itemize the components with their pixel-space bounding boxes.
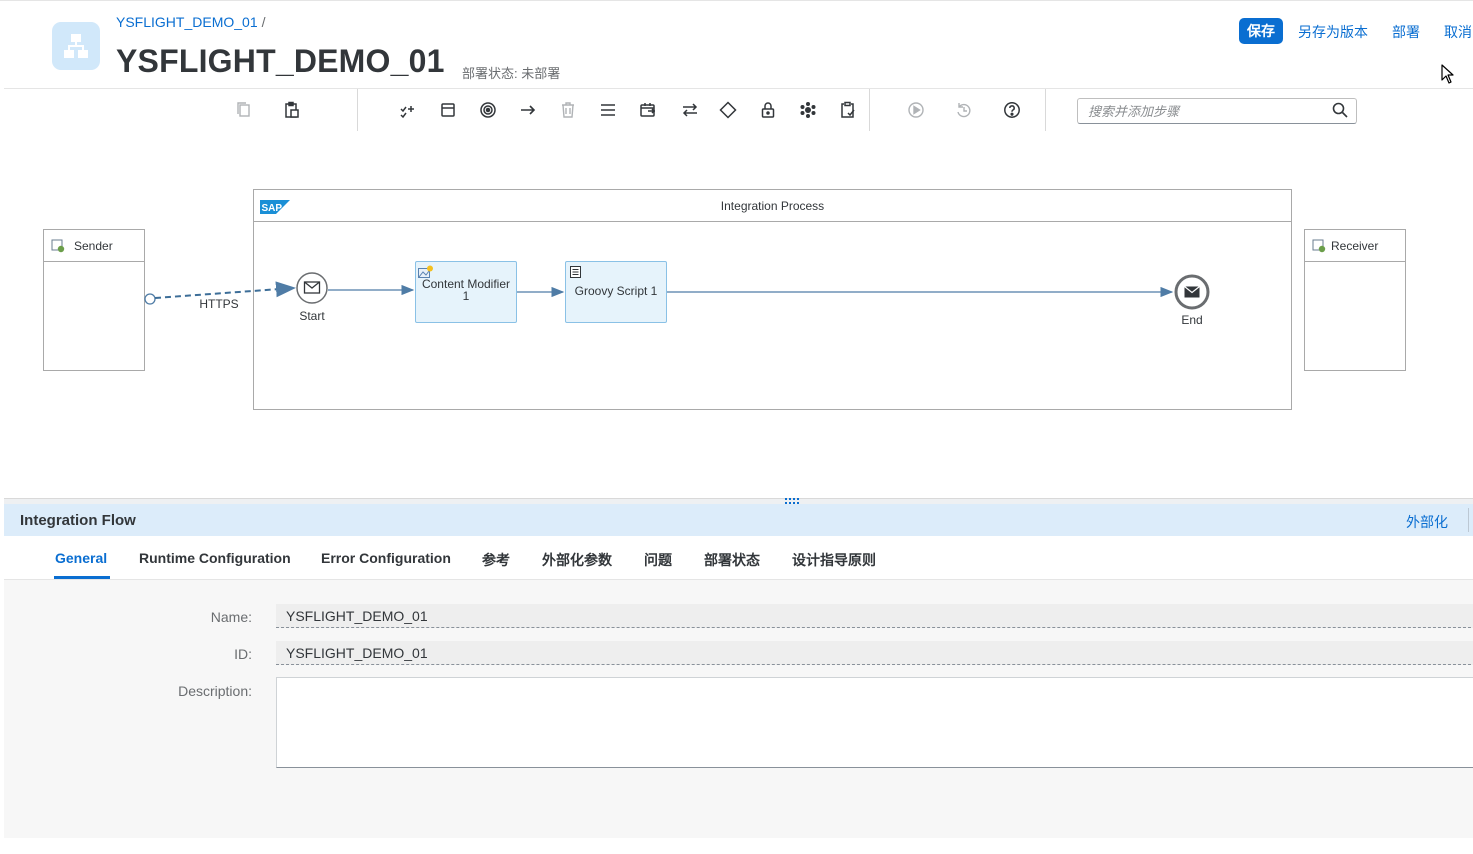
groovy-script-step[interactable]: Groovy Script 1 bbox=[565, 261, 667, 323]
envelope-filled-icon bbox=[1184, 286, 1200, 298]
tab-runtime-configuration[interactable]: Runtime Configuration bbox=[139, 550, 291, 566]
save-as-version-button[interactable]: 另存为版本 bbox=[1298, 22, 1368, 42]
tab-error-configuration[interactable]: Error Configuration bbox=[321, 550, 451, 566]
description-textarea[interactable] bbox=[276, 677, 1473, 768]
save-button[interactable]: 保存 bbox=[1239, 18, 1283, 44]
content-modifier-label: Content Modifier 1 bbox=[416, 278, 516, 302]
general-form: Name: ID: Description: bbox=[4, 580, 1473, 854]
gateway-icon[interactable] bbox=[716, 98, 740, 122]
validator-icon[interactable] bbox=[836, 98, 860, 122]
connector-icon[interactable] bbox=[516, 98, 540, 122]
envelope-icon bbox=[303, 281, 321, 294]
start-event-label: Start bbox=[299, 309, 325, 323]
object-page-header: YSFLIGHT_DEMO_01/ YSFLIGHT_DEMO_01 部署状态:… bbox=[0, 0, 1473, 89]
name-label: Name: bbox=[210, 609, 252, 625]
bottom-edge bbox=[0, 838, 1473, 854]
active-tab-indicator bbox=[54, 576, 110, 579]
integration-flow-icon bbox=[52, 22, 100, 70]
sender-connection-point[interactable] bbox=[144, 293, 156, 305]
message-transformers-icon[interactable] bbox=[596, 98, 620, 122]
security-icon[interactable] bbox=[756, 98, 780, 122]
id-label: ID: bbox=[234, 646, 252, 662]
cancel-button[interactable]: 取消 bbox=[1444, 22, 1472, 42]
paste-icon[interactable] bbox=[280, 98, 304, 122]
mouse-cursor-icon bbox=[1441, 64, 1454, 84]
breadcrumb: YSFLIGHT_DEMO_01/ bbox=[116, 14, 266, 30]
step-search-input[interactable] bbox=[1086, 99, 1330, 123]
delete-icon[interactable] bbox=[556, 98, 580, 122]
toolbar-divider bbox=[1045, 89, 1046, 131]
externalize-button[interactable]: 外部化 bbox=[1406, 512, 1448, 532]
content-modifier-step[interactable]: Content Modifier 1 bbox=[415, 261, 517, 323]
tab-problems[interactable]: 问题 bbox=[644, 550, 672, 570]
script-icon bbox=[570, 266, 581, 278]
properties-tab-bar: General Runtime Configuration Error Conf… bbox=[4, 536, 1473, 580]
tab-externalized-parameters[interactable]: 外部化参数 bbox=[542, 550, 612, 570]
tab-deployment-status[interactable]: 部署状态 bbox=[704, 550, 760, 570]
copy-icon[interactable] bbox=[232, 98, 256, 122]
tab-general[interactable]: General bbox=[55, 550, 107, 566]
properties-panel-title: Integration Flow bbox=[20, 512, 136, 529]
tab-references[interactable]: 参考 bbox=[482, 550, 510, 570]
description-label: Description: bbox=[178, 683, 252, 699]
step-search-field[interactable] bbox=[1077, 98, 1357, 124]
header-divider bbox=[1468, 508, 1469, 532]
groovy-script-label: Groovy Script 1 bbox=[574, 284, 658, 298]
persistence-icon[interactable] bbox=[796, 98, 820, 122]
content-modifier-label-line2: 1 bbox=[462, 289, 470, 303]
integration-flow-canvas[interactable]: Sender Receiver SAP Integration Process bbox=[4, 131, 1473, 498]
id-input[interactable] bbox=[276, 641, 1473, 665]
toolbar-divider bbox=[357, 89, 358, 131]
properties-panel-header: Integration Flow 外部化 bbox=[4, 504, 1473, 536]
toolbar-divider bbox=[869, 89, 870, 131]
tab-design-guidelines[interactable]: 设计指导原则 bbox=[792, 550, 876, 570]
search-icon[interactable] bbox=[1332, 102, 1348, 118]
breadcrumb-separator: / bbox=[261, 14, 266, 30]
deploy-button[interactable]: 部署 bbox=[1392, 22, 1420, 42]
routing-icon[interactable] bbox=[678, 98, 702, 122]
end-event-label: End bbox=[1181, 313, 1203, 327]
simulation-icon[interactable] bbox=[904, 98, 928, 122]
breadcrumb-link[interactable]: YSFLIGHT_DEMO_01 bbox=[116, 14, 258, 30]
undo-icon[interactable] bbox=[952, 98, 976, 122]
page-title: YSFLIGHT_DEMO_01 bbox=[116, 43, 445, 79]
palette-toolbar bbox=[4, 88, 1473, 132]
process-icon[interactable] bbox=[436, 98, 460, 122]
name-input[interactable] bbox=[276, 604, 1473, 628]
call-icon[interactable] bbox=[636, 98, 660, 122]
flow-connectors bbox=[144, 272, 1210, 310]
deployment-status: 部署状态: 未部署 bbox=[462, 66, 561, 81]
participants-icon[interactable] bbox=[396, 98, 420, 122]
help-icon[interactable] bbox=[1000, 98, 1024, 122]
https-adapter-label[interactable]: HTTPS bbox=[194, 297, 244, 311]
events-icon[interactable] bbox=[476, 98, 500, 122]
